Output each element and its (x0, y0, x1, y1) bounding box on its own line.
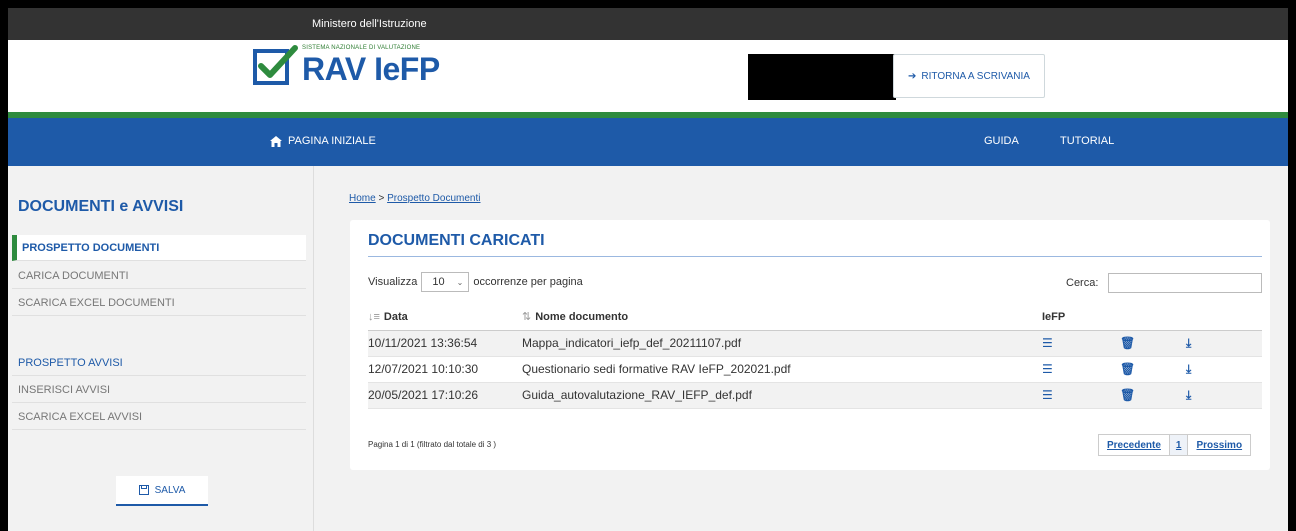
column-delete (1120, 304, 1186, 331)
sort-icon: ⇅ (522, 311, 532, 324)
breadcrumb: Home > Prospetto Documenti (349, 193, 480, 204)
row-date: 12/07/2021 10:10:30 (368, 356, 522, 383)
sort-desc-icon: ↓≡ (368, 310, 380, 323)
sidebar-item-carica-documenti[interactable]: CARICA DOCUMENTI (12, 263, 306, 289)
pagination: Precedente 1 Prossimo (1098, 434, 1252, 456)
trash-icon[interactable]: 🗑 (1120, 382, 1186, 409)
table-row: 12/07/2021 10:10:30 Questionario sedi fo… (368, 356, 1262, 383)
chevron-down-icon: ⌄ (456, 277, 464, 287)
sidebar-title: DOCUMENTI e AVVISI (18, 198, 184, 215)
ritorna-label: RITORNA A SCRIVANIA (921, 70, 1030, 82)
column-download (1186, 304, 1262, 331)
pagination-info: Pagina 1 di 1 (filtrato dal totale di 3 … (368, 440, 497, 449)
table-row: 20/05/2021 17:10:26 Guida_autovalutazion… (368, 382, 1262, 409)
ministry-bar: Ministero dell'Istruzione (8, 8, 1288, 40)
column-nome-documento[interactable]: ⇅ Nome documento (522, 304, 1042, 331)
sidebar-item-inserisci-avvisi[interactable]: INSERISCI AVVISI (12, 377, 306, 403)
sidebar: DOCUMENTI e AVVISI PROSPETTO DOCUMENTI C… (8, 166, 314, 531)
sidebar-item-scarica-excel-avvisi[interactable]: SCARICA EXCEL AVVISI (12, 404, 306, 430)
column-iefp[interactable]: IeFP (1042, 304, 1120, 331)
ministry-title: Ministero dell'Istruzione (312, 18, 427, 30)
row-document-name: Questionario sedi formative RAV IeFP_202… (522, 356, 1042, 383)
sidebar-item-scarica-excel-documenti[interactable]: SCARICA EXCEL DOCUMENTI (12, 290, 306, 316)
column-data[interactable]: ↓≡ Data (368, 304, 522, 331)
column-data-label: Data (383, 310, 408, 323)
table-row: 10/11/2021 13:36:54 Mappa_indicatori_ief… (368, 330, 1262, 357)
download-icon[interactable]: ⤓ (1186, 330, 1262, 357)
list-icon[interactable]: ☰ (1042, 382, 1120, 409)
title-divider (368, 256, 1262, 257)
trash-icon[interactable]: 🗑 (1120, 330, 1186, 357)
sidebar-item-prospetto-avvisi[interactable]: PROSPETTO AVVISI (12, 350, 306, 376)
breadcrumb-current[interactable]: Prospetto Documenti (387, 193, 480, 204)
row-document-name: Guida_autovalutazione_RAV_IEFP_def.pdf (522, 382, 1042, 409)
nav-home-label: PAGINA INIZIALE (288, 135, 376, 147)
documents-card: DOCUMENTI CARICATI Visualizza 10 ⌄ occor… (350, 220, 1270, 470)
row-date: 20/05/2021 17:10:26 (368, 382, 522, 409)
list-icon[interactable]: ☰ (1042, 356, 1120, 383)
pager-next-button[interactable]: Prossimo (1188, 435, 1250, 455)
list-icon[interactable]: ☰ (1042, 330, 1120, 357)
column-nome-label: Nome documento (535, 311, 629, 324)
salva-label: SALVA (154, 484, 186, 496)
home-icon (270, 135, 282, 147)
nav-pagina-iniziale[interactable]: PAGINA INIZIALE (270, 135, 376, 147)
ritorna-scrivania-button[interactable]: ➔ RITORNA A SCRIVANIA (893, 54, 1045, 98)
page-size-select[interactable]: 10 ⌄ (421, 272, 470, 292)
main-nav: PAGINA INIZIALE GUIDA TUTORIAL (8, 118, 1288, 166)
content-area: DOCUMENTI e AVVISI PROSPETTO DOCUMENTI C… (8, 166, 1288, 531)
pager-page-1[interactable]: 1 (1168, 435, 1189, 455)
page-size-control: Visualizza 10 ⌄ occorrenze per pagina (368, 272, 583, 292)
per-page-label: occorrenze per pagina (473, 276, 583, 288)
checkmark-logo-icon (253, 45, 298, 85)
redacted-user-box (748, 54, 896, 100)
row-date: 10/11/2021 13:36:54 (368, 330, 522, 357)
save-icon (138, 485, 149, 495)
breadcrumb-separator: > (378, 193, 385, 204)
table-header-row: ↓≡ Data ⇅ Nome documento IeFP (368, 304, 1262, 331)
header: SISTEMA NAZIONALE DI VALUTAZIONE RAV IeF… (8, 40, 1288, 112)
app-window: Ministero dell'Istruzione SISTEMA NAZION… (8, 8, 1288, 531)
salva-button[interactable]: SALVA (116, 476, 208, 506)
show-label: Visualizza (368, 276, 418, 288)
nav-tutorial[interactable]: TUTORIAL (1060, 135, 1114, 147)
breadcrumb-home[interactable]: Home (349, 193, 376, 204)
nav-guida[interactable]: GUIDA (984, 135, 1019, 147)
login-arrow-icon: ➔ (908, 70, 917, 82)
rav-iefp-logo[interactable]: SISTEMA NAZIONALE DI VALUTAZIONE RAV IeF… (252, 44, 440, 86)
download-icon[interactable]: ⤓ (1186, 356, 1262, 383)
documents-table: ↓≡ Data ⇅ Nome documento IeFP 10/11/2021 1… (368, 304, 1262, 409)
pager-previous-button[interactable]: Precedente (1099, 435, 1169, 455)
row-document-name: Mappa_indicatori_iefp_def_20211107.pdf (522, 330, 1042, 357)
trash-icon[interactable]: 🗑 (1120, 356, 1186, 383)
search-input[interactable] (1108, 273, 1262, 293)
logo-title: RAV IeFP (302, 51, 440, 87)
card-title: DOCUMENTI CARICATI (368, 232, 545, 249)
sidebar-item-prospetto-documenti[interactable]: PROSPETTO DOCUMENTI (12, 235, 306, 261)
search-label: Cerca: (1066, 277, 1099, 289)
download-icon[interactable]: ⤓ (1186, 382, 1262, 409)
page-size-value: 10 (432, 276, 445, 288)
